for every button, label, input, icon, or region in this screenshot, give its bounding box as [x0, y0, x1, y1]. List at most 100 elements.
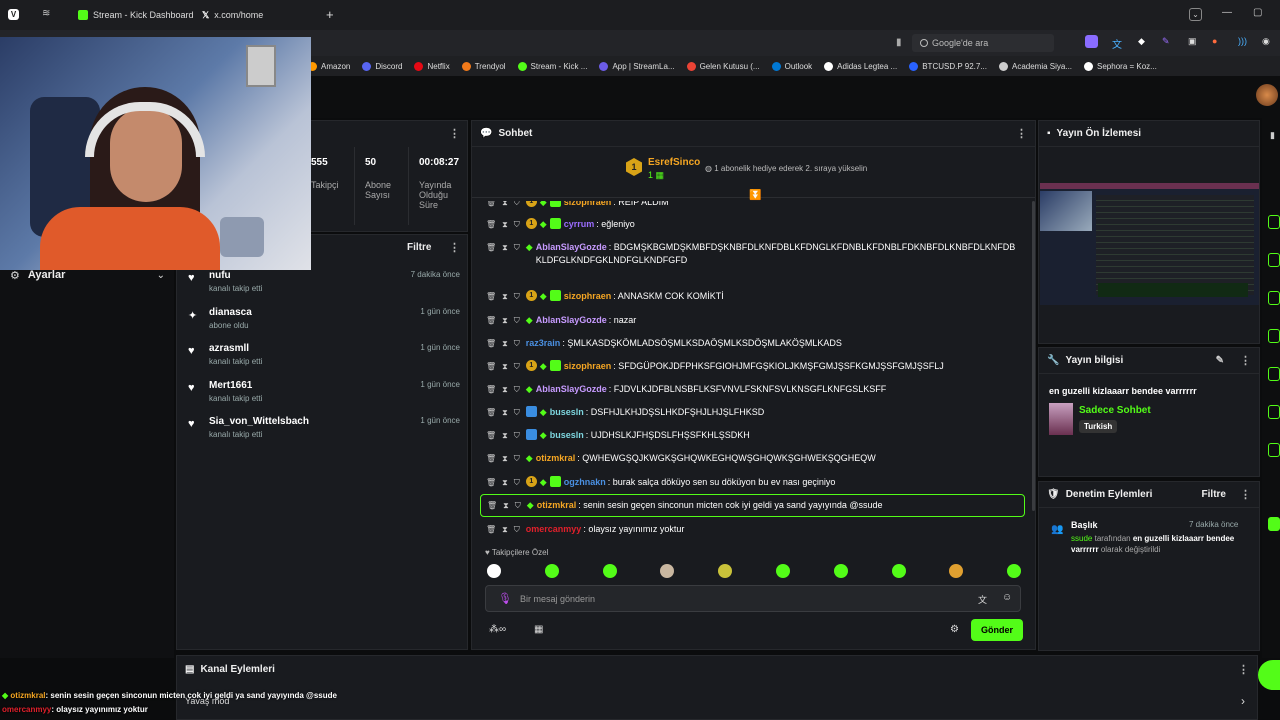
pen-icon[interactable]: ✎ [1162, 36, 1170, 47]
mod-tools[interactable]: 🗑 ⧗ ⛉ [486, 360, 520, 373]
workspaces-icon[interactable]: ≋ [42, 8, 50, 19]
bookmark-item[interactable]: Gelen Kutusu (... [686, 61, 760, 71]
mod-tools[interactable]: 🗑 ⧗ ⛉ [486, 241, 520, 254]
trash-icon[interactable]: 🗑 [486, 452, 496, 465]
translate-icon[interactable]: 文 [1112, 36, 1122, 51]
chat-username[interactable]: AblanSlayGozde [536, 242, 607, 252]
trash-icon[interactable]: 🗑 [486, 290, 496, 303]
emote-icon[interactable] [602, 564, 617, 578]
trash-icon[interactable]: 🗑 [486, 337, 496, 350]
bookmark-item[interactable]: Outlook [771, 61, 812, 71]
minimize-button[interactable]: — [1222, 7, 1232, 18]
chat-username[interactable]: otizmkral [536, 453, 576, 463]
activity-item[interactable]: ♥ Mert1661 kanalı takip etti 1 gün önce [188, 380, 460, 412]
mod-tools[interactable]: 🗑 ⧗ ⛉ [486, 290, 520, 303]
bookmark-item[interactable]: Sephora = Koz... [1084, 61, 1157, 71]
help-chat-icon[interactable] [1258, 660, 1280, 690]
chat-message[interactable]: 🗑 ⧗ ⛉ omercanmyy: olaysız yayınımız yoktur [486, 523, 1026, 536]
trash-icon[interactable]: 🗑 [486, 383, 496, 396]
pinned-username[interactable]: EsrefSinco [648, 157, 700, 168]
ban-icon[interactable]: ⛉ [514, 452, 520, 465]
chat-username[interactable]: otizmkral [537, 500, 577, 510]
chat-username[interactable]: busesln [550, 407, 584, 417]
rail-button[interactable] [1268, 367, 1280, 381]
mod-tools[interactable]: 🗑 ⧗ ⛉ [486, 452, 520, 465]
chat-message[interactable]: 🗑 ⧗ ⛉ ◆ otizmkral: QWHEWGŞQJKWGKŞGHQWKEGHQWŞ… [486, 452, 1026, 465]
rail-icon[interactable]: ▮ [1270, 130, 1275, 141]
mod-tools[interactable]: 🗑 ⧗ ⛉ [486, 218, 520, 231]
more-options-icon[interactable]: ⋮ [1238, 663, 1249, 676]
bookmark-item[interactable]: Stream - Kick ... [517, 61, 587, 71]
category-name[interactable]: Sadece Sohbet [1079, 405, 1151, 416]
activity-item[interactable]: ♥ Sia_von_Wittelsbach kanalı takip etti 1 g… [188, 416, 460, 448]
store-icon[interactable]: ▦ [534, 624, 543, 635]
mod-filter-button[interactable]: Filtre [1202, 489, 1226, 500]
ban-icon[interactable]: ⛉ [515, 499, 521, 512]
more-options-icon[interactable]: ⋮ [1240, 488, 1251, 501]
shield-ext-icon[interactable]: ▣ [1188, 36, 1197, 47]
user-avatar[interactable] [1256, 84, 1278, 106]
bookmark-item[interactable]: Adidas Legtea ... [824, 61, 897, 71]
timeout-icon[interactable]: ⧗ [502, 314, 508, 327]
rail-button[interactable] [1268, 443, 1280, 457]
timeout-icon[interactable]: ⧗ [502, 383, 508, 396]
bookmark-item[interactable]: BTCUSD.P 92.7... [909, 61, 987, 71]
chat-username[interactable]: cyrrum [564, 219, 595, 229]
tab-kick-dashboard[interactable]: Stream - Kick Dashboard [78, 6, 194, 24]
bookmark-item[interactable]: Netflix [414, 61, 450, 71]
vivaldi-logo-icon[interactable]: V [8, 9, 19, 20]
mod-tools[interactable]: 🗑 ⧗ ⛉ [487, 499, 521, 512]
chevron-right-icon[interactable]: › [1241, 694, 1245, 708]
chat-message[interactable]: 🗑 ⧗ ⛉ ◆ busesln: DSFHJLKHJDŞSLHKDFŞHJLHJŞLFH… [486, 406, 1026, 419]
send-button[interactable]: Gönder [971, 619, 1023, 641]
chat-message[interactable]: 🗑 ⧗ ⛉ ◆ busesln: UJDHSLKJFHŞDSLFHŞSFKHLŞSDKH [486, 429, 1026, 442]
trash-icon[interactable]: 🗑 [486, 523, 496, 536]
ban-icon[interactable]: ⛉ [514, 476, 520, 489]
trash-icon[interactable]: 🗑 [487, 499, 497, 512]
pause-chat-icon[interactable]: ⏬ [749, 190, 761, 201]
new-tab-button[interactable]: + [326, 7, 334, 22]
activity-item[interactable]: ♥ azrasmll kanalı takip etti 1 gün önce [188, 343, 460, 375]
chat-username[interactable]: raz3rain [526, 338, 561, 348]
ban-icon[interactable]: ⛉ [514, 383, 520, 396]
timeout-icon[interactable]: ⧗ [502, 218, 508, 231]
mod-tools[interactable]: 🗑 ⧗ ⛉ [486, 476, 520, 489]
audio-icon[interactable]: ))) [1238, 36, 1247, 46]
trash-icon[interactable]: 🗑 [486, 360, 496, 373]
activity-filter-button[interactable]: Filtre [407, 242, 431, 253]
chat-message[interactable]: 🗑 ⧗ ⛉ ◆ AblanSlayGozde: BDGMŞKBGMDŞKMBFDŞKNB… [486, 241, 1026, 267]
maximize-button[interactable]: ▢ [1253, 7, 1262, 18]
rail-button[interactable] [1268, 405, 1280, 419]
chat-message[interactable]: 🗑 ⧗ ⛉ 1 ◆ ogzhnakn: burak salça döküyo sen su… [486, 476, 1026, 489]
timeout-icon[interactable]: ⧗ [502, 241, 508, 254]
chat-username[interactable]: AblanSlayGozde [536, 315, 607, 325]
more-options-icon[interactable]: ⋮ [1016, 127, 1027, 140]
mod-entry-user[interactable]: ssude [1071, 534, 1092, 543]
ban-icon[interactable]: ⛉ [514, 523, 520, 536]
bookmark-item[interactable]: Discord [362, 61, 402, 71]
timeout-icon[interactable]: ⧗ [502, 290, 508, 303]
activity-item[interactable]: ♥ nufu kanalı takip etti 7 dakika önce [188, 270, 460, 302]
timeout-icon[interactable]: ⧗ [502, 429, 508, 442]
rewards-icon[interactable]: ⁂∞ [489, 624, 506, 635]
trash-icon[interactable]: 🗑 [486, 429, 496, 442]
chat-message[interactable]: 🗑 ⧗ ⛉ ◆ AblanSlayGozde: nazar [486, 314, 1026, 327]
trash-icon[interactable]: 🗑 [486, 218, 496, 231]
ban-icon[interactable]: ⛉ [514, 218, 520, 231]
bookmark-item[interactable]: Academia Siya... [998, 61, 1072, 71]
chat-message[interactable]: 🗑 ⧗ ⛉ 1 ◆ sizophraen: SFDGÜPOKJDFPHKSFGIOHJMF… [486, 360, 1026, 373]
more-options-icon[interactable]: ⋮ [449, 241, 460, 254]
bookmark-item[interactable]: App | StreamLa... [599, 61, 675, 71]
timeout-icon[interactable]: ⧗ [502, 360, 508, 373]
chat-message[interactable]: 🗑 ⧗ ⛉ 1 ◆ sizophraen: ANNASKM COK KOMİKTİ [486, 290, 1026, 303]
trash-icon[interactable]: 🗑 [486, 314, 496, 327]
emote-icon[interactable] [833, 564, 848, 578]
rail-button[interactable] [1268, 215, 1280, 229]
mod-tools[interactable]: 🗑 ⧗ ⛉ [486, 314, 520, 327]
mod-tools[interactable]: 🗑 ⧗ ⛉ [486, 429, 520, 442]
chat-username[interactable]: sizophraen [564, 291, 612, 301]
more-options-icon[interactable]: ⋮ [1240, 354, 1251, 367]
mod-tools[interactable]: 🗑 ⧗ ⛉ [486, 383, 520, 396]
timeout-icon[interactable]: ⧗ [502, 452, 508, 465]
chevron-down-icon[interactable]: ⌄ [1189, 8, 1202, 21]
